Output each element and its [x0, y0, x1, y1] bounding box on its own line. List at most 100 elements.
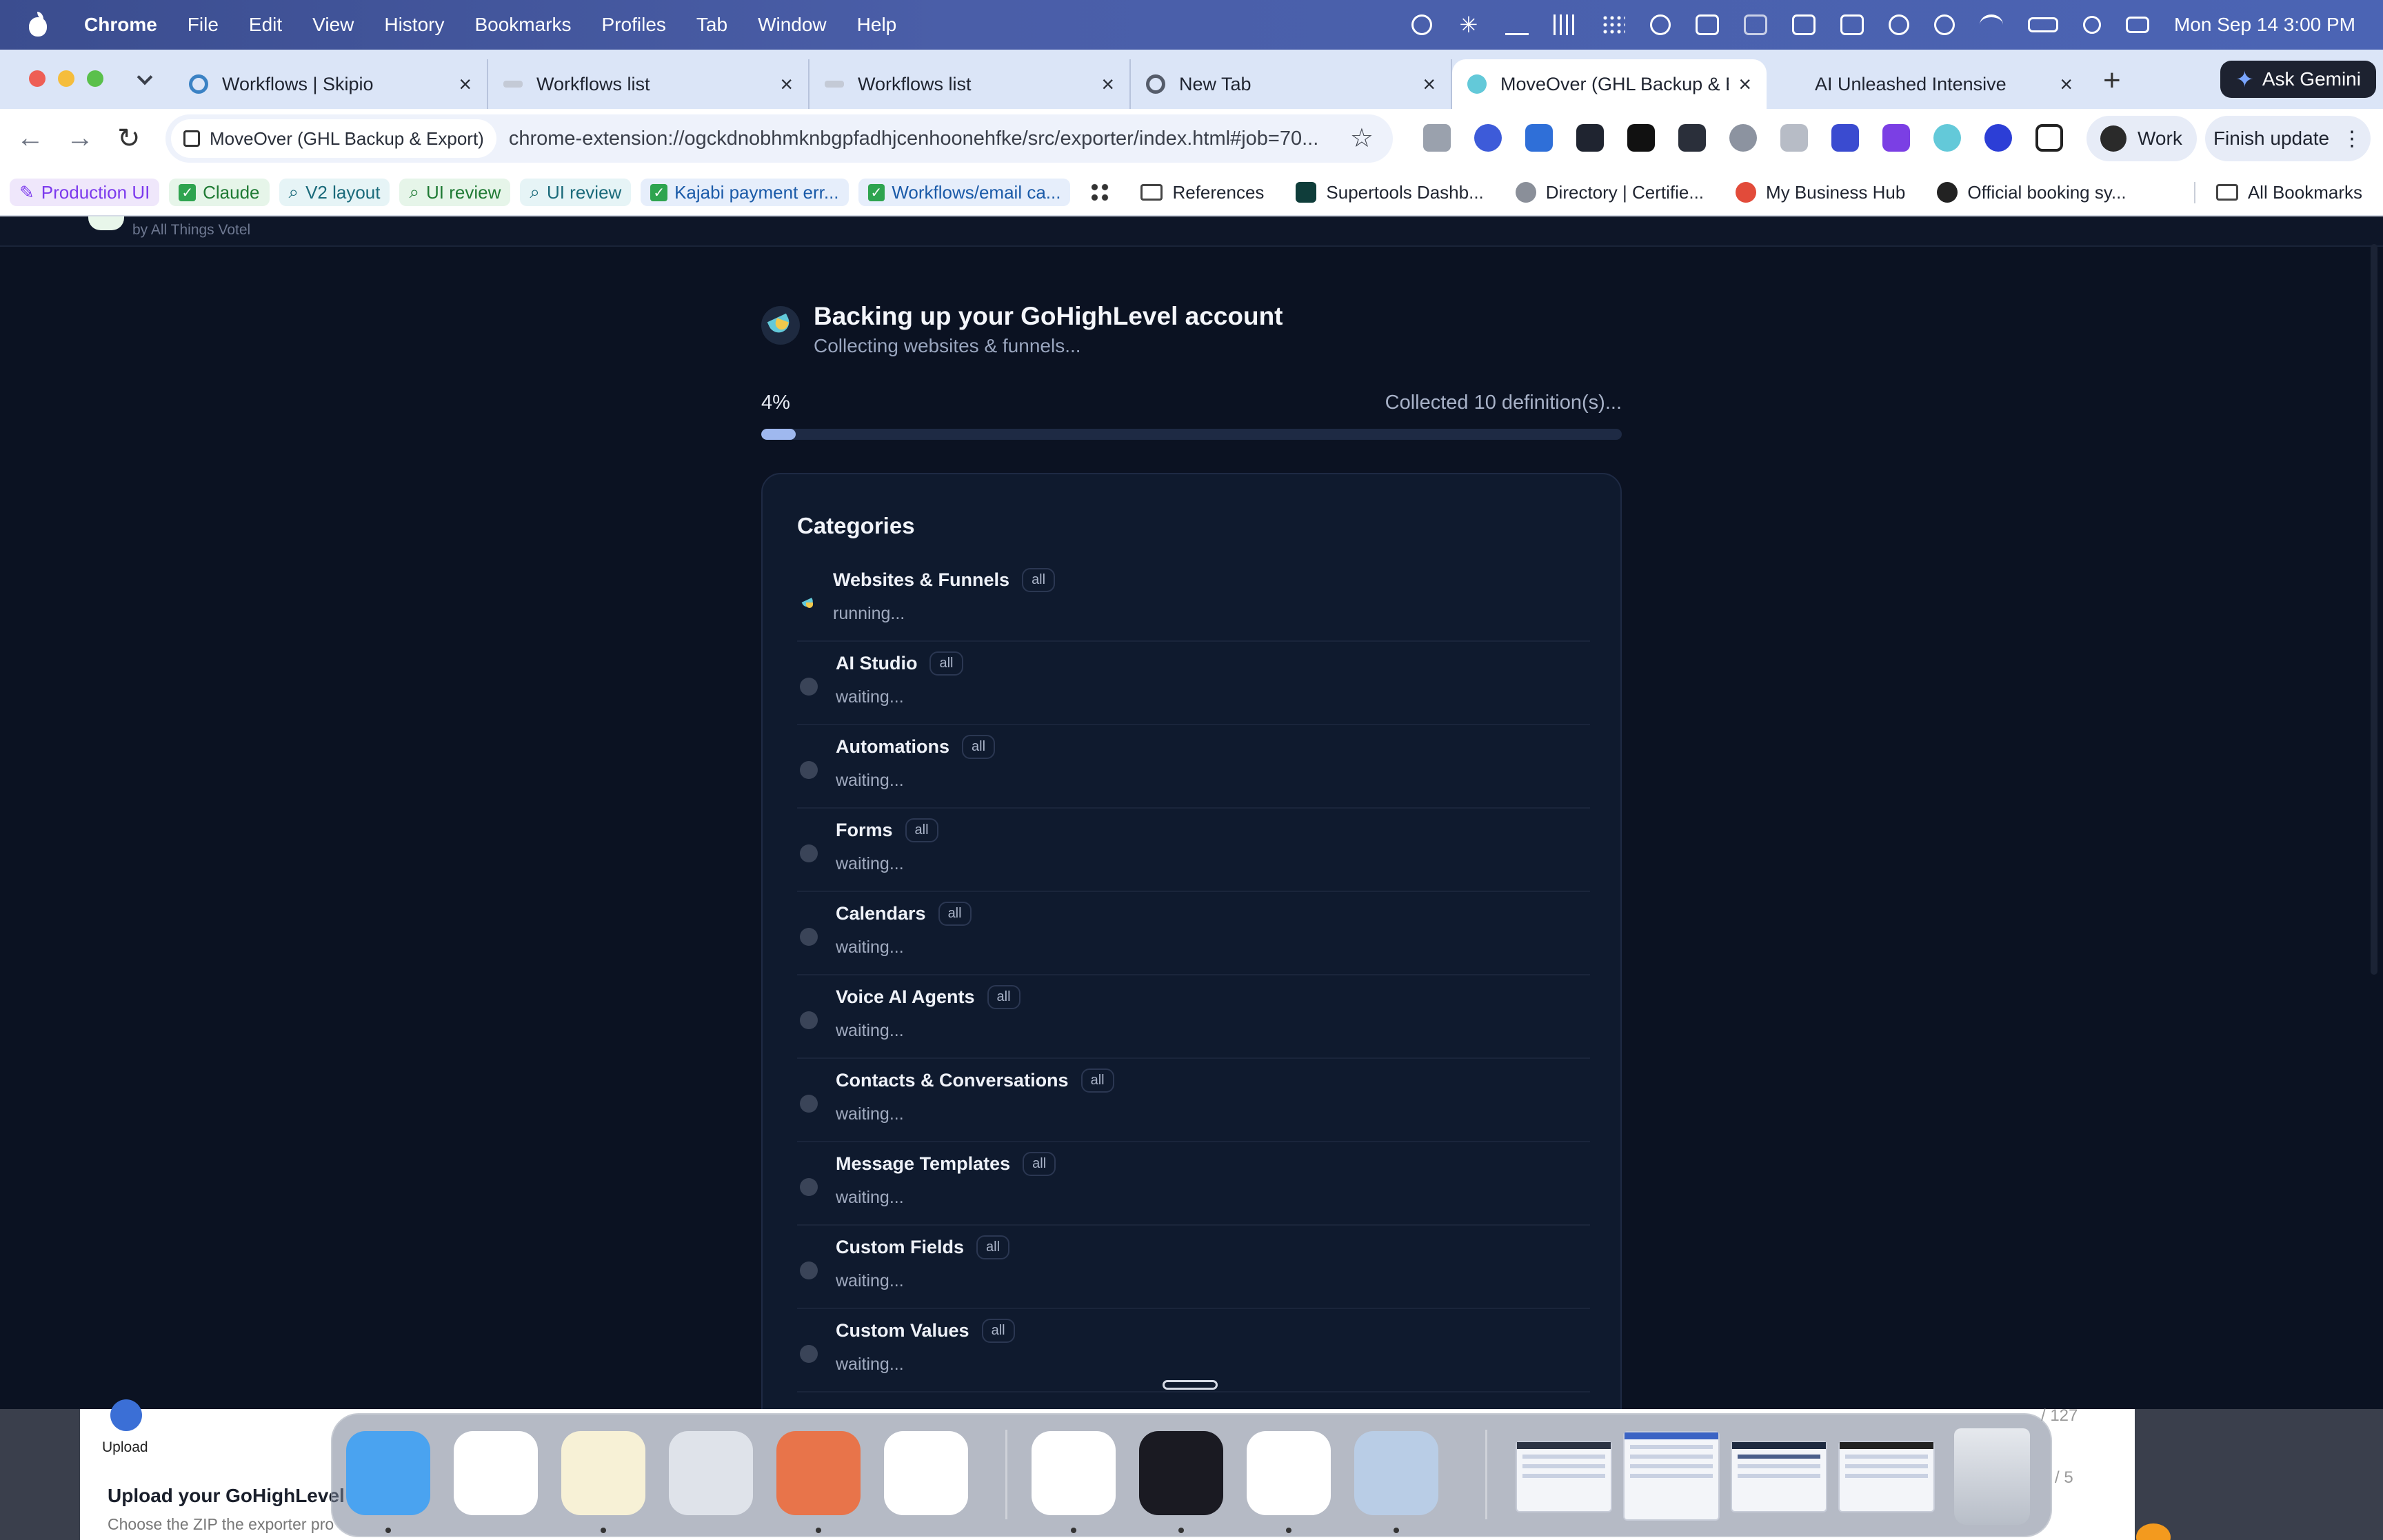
- category-scope-badge[interactable]: all: [981, 1319, 1015, 1343]
- menu-tab[interactable]: Tab: [696, 14, 727, 36]
- category-scope-badge[interactable]: all: [987, 985, 1020, 1009]
- menu-file[interactable]: File: [188, 14, 219, 36]
- more-menu-icon[interactable]: ⋮: [2342, 127, 2362, 151]
- finder-icon[interactable]: [346, 1431, 430, 1515]
- tab-search-chevron-icon[interactable]: [135, 69, 154, 88]
- tab-moveover-active[interactable]: MoveOver (GHL Backup & E ×: [1452, 59, 1767, 109]
- close-tab-icon[interactable]: ×: [1422, 72, 1436, 97]
- ask-gemini-button[interactable]: ✦ Ask Gemini: [2220, 61, 2376, 98]
- settings-gear-icon[interactable]: [1840, 14, 1864, 35]
- control-center-icon[interactable]: [2125, 17, 2149, 33]
- tab-workflows-list-2[interactable]: Workflows list ×: [810, 59, 1131, 109]
- category-scope-badge[interactable]: all: [938, 902, 972, 926]
- bookmark-star-icon[interactable]: ☆: [1350, 123, 1374, 154]
- apple-icon[interactable]: [28, 12, 48, 37]
- audio-levels-icon[interactable]: [1553, 14, 1577, 35]
- bookmark-kajabi-payment[interactable]: ✓ Kajabi payment err...: [641, 179, 849, 206]
- bookmark-v2-layout[interactable]: ⌕ V2 layout: [279, 179, 390, 206]
- trash-icon[interactable]: [1954, 1428, 2030, 1525]
- wifi-icon[interactable]: [1979, 14, 2003, 35]
- minimized-window-thumbnail[interactable]: [1623, 1431, 1720, 1521]
- search-icon[interactable]: [2082, 16, 2101, 34]
- bookmark-supertools[interactable]: Supertools Dashb...: [1285, 182, 1494, 203]
- claude-icon[interactable]: [776, 1431, 861, 1515]
- menubar-clock[interactable]: Mon Sep 14 3:00 PM: [2174, 14, 2355, 36]
- profile-button[interactable]: Work: [2087, 116, 2197, 161]
- camera-extension-icon[interactable]: [1423, 124, 1451, 152]
- close-tab-icon[interactable]: ×: [459, 72, 472, 97]
- bolt-extension-icon[interactable]: [1984, 124, 2012, 152]
- menu-profiles[interactable]: Profiles: [602, 14, 666, 36]
- menu-view[interactable]: View: [312, 14, 354, 36]
- category-scope-badge[interactable]: all: [1023, 1152, 1056, 1176]
- finish-update-button[interactable]: Finish update ⋮: [2205, 116, 2371, 161]
- bookmark-claude[interactable]: ✓ Claude: [169, 179, 270, 206]
- moveover-extension-icon[interactable]: [1933, 124, 1961, 152]
- menu-window[interactable]: Window: [758, 14, 827, 36]
- chatgpt-icon[interactable]: [1247, 1431, 1331, 1515]
- robot-icon[interactable]: [1695, 14, 1719, 35]
- category-scope-badge[interactable]: all: [929, 651, 963, 676]
- play-icon[interactable]: [1888, 14, 1909, 35]
- window-switch-icon[interactable]: [1743, 14, 1767, 35]
- forward-arrow-icon[interactable]: →: [66, 123, 94, 154]
- tab-new-tab[interactable]: New Tab ×: [1131, 59, 1452, 109]
- battery-icon[interactable]: [2027, 17, 2058, 32]
- minimized-window-thumbnail[interactable]: [1838, 1441, 1935, 1512]
- bookmark-workflows-email[interactable]: ✓ Workflows/email ca...: [858, 179, 1071, 206]
- menu-app-name[interactable]: Chrome: [84, 14, 157, 36]
- page-scrollbar[interactable]: [2371, 244, 2377, 975]
- minimized-window-thumbnail[interactable]: [1731, 1441, 1827, 1512]
- category-scope-badge[interactable]: all: [1080, 1068, 1114, 1093]
- bookmark-ui-review-1[interactable]: ⌕ UI review: [399, 179, 511, 206]
- category-scope-badge[interactable]: all: [976, 1235, 1010, 1259]
- tab-skipio[interactable]: Workflows | Skipio ×: [174, 59, 488, 109]
- script-extension-icon[interactable]: [1627, 124, 1655, 152]
- zoom-window-button[interactable]: [87, 70, 103, 87]
- close-tab-icon[interactable]: ×: [780, 72, 793, 97]
- grid-icon[interactable]: [1601, 14, 1625, 35]
- reload-icon[interactable]: ↻: [117, 123, 141, 154]
- creative-cloud-icon[interactable]: [1649, 14, 1671, 35]
- minimize-window-button[interactable]: [58, 70, 74, 87]
- gear-extension-icon[interactable]: [1525, 124, 1553, 152]
- bookmark-official-booking[interactable]: Official booking sy...: [1926, 182, 2137, 203]
- claude-status-icon[interactable]: ✳: [1457, 14, 1480, 36]
- cloud-sync-icon[interactable]: [1411, 14, 1432, 35]
- chrome-icon[interactable]: [454, 1431, 538, 1515]
- broadcast-icon[interactable]: [1505, 14, 1529, 35]
- address-bar[interactable]: MoveOver (GHL Backup & Export) chrome-ex…: [165, 114, 1393, 163]
- tab-workflows-list-1[interactable]: Workflows list ×: [488, 59, 810, 109]
- bookmark-production-ui[interactable]: ✎ Production UI: [10, 179, 160, 206]
- dots-extension-icon[interactable]: [1678, 124, 1706, 152]
- extensions-puzzle-icon[interactable]: [2035, 124, 2063, 152]
- preview-icon[interactable]: [1354, 1431, 1438, 1515]
- close-tab-icon[interactable]: ×: [1738, 72, 1751, 97]
- slack-icon[interactable]: [884, 1431, 968, 1515]
- menu-edit[interactable]: Edit: [249, 14, 282, 36]
- zoominfo-extension-icon[interactable]: [1474, 124, 1502, 152]
- apps-grid-icon[interactable]: [1089, 182, 1111, 203]
- menu-history[interactable]: History: [384, 14, 444, 36]
- grammarly-extension-icon[interactable]: [1576, 124, 1604, 152]
- bookmark-references[interactable]: References: [1129, 182, 1275, 203]
- new-tab-plus-icon[interactable]: +: [2103, 63, 2121, 98]
- category-scope-badge[interactable]: all: [1022, 568, 1056, 592]
- tab-ai-unleashed[interactable]: AI Unleashed Intensive ×: [1767, 59, 2088, 109]
- menu-bookmarks[interactable]: Bookmarks: [474, 14, 571, 36]
- close-window-button[interactable]: [29, 70, 46, 87]
- bookmark-directory[interactable]: Directory | Certifie...: [1505, 182, 1715, 203]
- voice-memos-icon[interactable]: [1139, 1431, 1223, 1515]
- category-scope-badge[interactable]: all: [905, 818, 938, 842]
- screenshot-extension-icon[interactable]: [1780, 124, 1808, 152]
- split-view-icon[interactable]: [1791, 14, 1816, 35]
- scroll-handle[interactable]: [1163, 1380, 1218, 1390]
- notes-icon[interactable]: [561, 1431, 645, 1515]
- menu-help[interactable]: Help: [857, 14, 897, 36]
- bookmark-ui-review-2[interactable]: ⌕ UI review: [520, 179, 632, 206]
- back-arrow-icon[interactable]: ←: [17, 123, 44, 154]
- category-scope-badge[interactable]: all: [962, 735, 996, 759]
- layers-extension-icon[interactable]: [1831, 124, 1859, 152]
- clipboard-extension-icon[interactable]: [1882, 124, 1910, 152]
- url-text[interactable]: chrome-extension://ogckdnobhmknbgpfadhjc…: [509, 128, 1371, 150]
